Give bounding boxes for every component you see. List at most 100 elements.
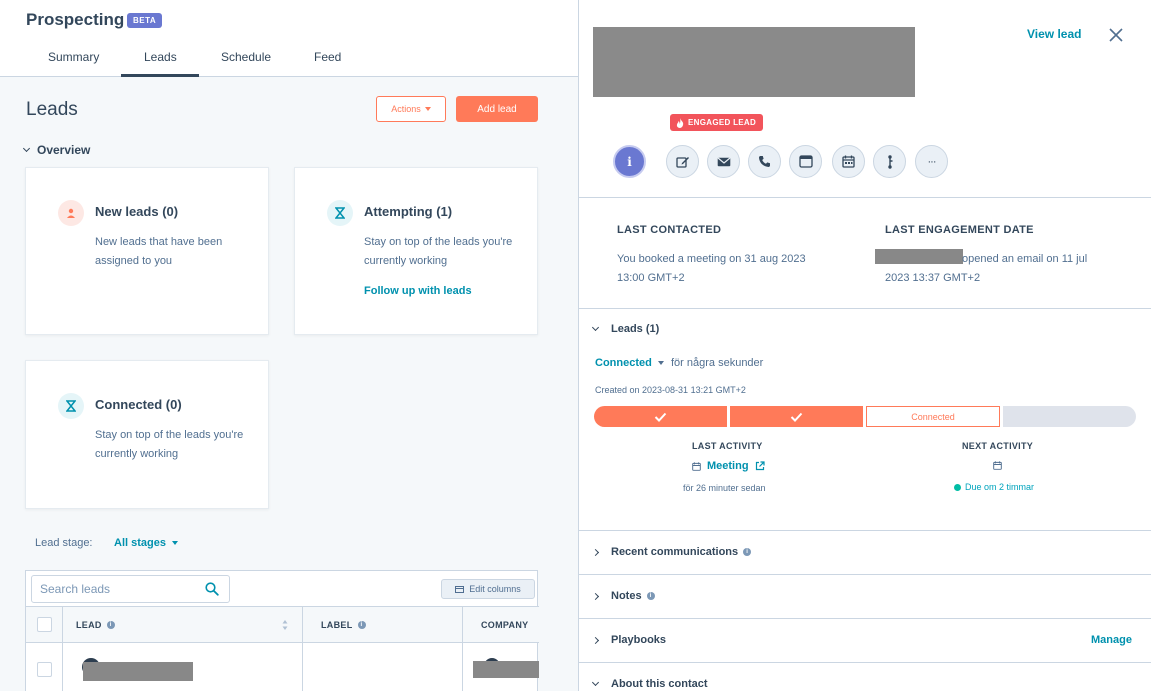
section-label: Leads (1) (611, 323, 660, 335)
notes-toggle[interactable]: Notes i (591, 590, 655, 602)
stage-time: för några sekunder (671, 357, 764, 369)
app-title: Prospecting (26, 10, 125, 29)
stage-value: Connected (595, 357, 652, 369)
edit-columns-button[interactable]: Edit columns (441, 579, 535, 599)
active-tab-indicator (121, 74, 199, 77)
stage-segment-done[interactable] (730, 406, 863, 427)
last-activity-label: LAST ACTIVITY (692, 441, 763, 451)
stage-dropdown[interactable]: Connected (595, 357, 664, 369)
note-button[interactable] (666, 145, 699, 178)
search-input[interactable] (40, 582, 200, 596)
more-icon: ··· (927, 155, 937, 168)
attempting-card: Attempting (1) Stay on top of the leads … (294, 167, 538, 335)
column-divider (302, 606, 303, 691)
redacted-contact-header (593, 27, 915, 97)
meeting-button[interactable] (832, 145, 865, 178)
card-title: New leads (0) (95, 204, 179, 219)
section-label: Playbooks (611, 634, 667, 646)
lead-stage-value: All stages (114, 537, 166, 549)
checkmark-icon (790, 412, 803, 422)
info-icon: i (646, 592, 655, 600)
recent-communications-toggle[interactable]: Recent communications i (591, 546, 752, 558)
email-button[interactable] (707, 145, 740, 178)
leads-table: Edit columns LEAD i LABEL i COMPANY (25, 570, 539, 691)
last-engagement-date: 2023 13:37 GMT+2 (885, 272, 981, 284)
hourglass-icon (58, 393, 84, 419)
card-title: Connected (0) (95, 397, 182, 412)
card-description: Stay on top of the leads you're currentl… (95, 429, 244, 460)
close-icon[interactable] (1109, 28, 1123, 42)
stage-segment-todo[interactable] (1003, 406, 1136, 427)
header: Prospecting BETA Summary Leads Schedule … (0, 0, 578, 77)
divider (579, 618, 1151, 619)
leads-section-toggle[interactable]: Leads (1) (591, 323, 660, 335)
stage-segment-current[interactable]: Connected (866, 406, 1000, 427)
checkmark-icon (654, 412, 667, 422)
search-icon[interactable] (205, 582, 219, 601)
overview-label: Overview (37, 143, 91, 157)
sequence-icon (887, 154, 892, 169)
connected-card: Connected (0) Stay on top of the leads y… (25, 360, 269, 509)
last-engagement-label: LAST ENGAGEMENT DATE (885, 224, 1034, 236)
redacted-company-name (473, 661, 539, 678)
column-header-label[interactable]: LABEL i (321, 620, 366, 630)
tab-summary[interactable]: Summary (48, 50, 99, 64)
beta-badge: BETA (127, 13, 163, 28)
column-header-company[interactable]: COMPANY (481, 620, 528, 630)
last-activity-link[interactable]: Meeting (692, 460, 765, 472)
chevron-right-icon (591, 592, 600, 600)
add-lead-button[interactable]: Add lead (456, 96, 538, 122)
divider (579, 308, 1151, 309)
actions-button[interactable]: Actions (376, 96, 446, 122)
overview-toggle[interactable]: Overview (22, 143, 91, 157)
column-label: LABEL (321, 620, 353, 630)
divider (579, 197, 1151, 198)
next-activity-due: Due om 2 timmar (954, 482, 1034, 492)
column-divider (462, 606, 463, 691)
calendar-icon (842, 155, 855, 168)
created-on: Created on 2023-08-31 13:21 GMT+2 (595, 385, 746, 395)
info-button[interactable]: i (613, 145, 646, 178)
last-contacted-label: LAST CONTACTED (617, 224, 722, 236)
card-description: New leads that have been assigned to you (95, 236, 223, 267)
more-button[interactable]: ··· (915, 145, 948, 178)
column-header-lead[interactable]: LEAD i (76, 620, 115, 630)
divider (579, 662, 1151, 663)
tab-leads[interactable]: Leads (144, 50, 177, 64)
redacted-lead-name (83, 662, 193, 681)
info-icon: i (627, 154, 632, 169)
stage-segment-done[interactable] (594, 406, 727, 427)
lead-preview-panel: View lead ENGAGED LEAD i ··· LAST CONTAC… (578, 0, 1151, 691)
section-label: Notes (611, 590, 642, 602)
tab-feed[interactable]: Feed (314, 50, 341, 64)
card-description: Stay on top of the leads you're currentl… (364, 236, 513, 267)
select-all-checkbox[interactable] (37, 617, 52, 632)
email-icon (717, 157, 730, 166)
chevron-down-icon (591, 678, 600, 687)
section-label: About this contact (611, 678, 708, 690)
manage-playbooks-link[interactable]: Manage (1091, 634, 1132, 646)
about-contact-toggle[interactable]: About this contact (591, 678, 708, 690)
caret-down-icon (171, 541, 178, 545)
follow-up-link[interactable]: Follow up with leads (364, 285, 472, 297)
column-divider (62, 606, 63, 691)
call-button[interactable] (748, 145, 781, 178)
tab-schedule[interactable]: Schedule (221, 50, 271, 64)
lead-stage-label: Lead stage: (35, 537, 93, 549)
playbooks-toggle[interactable]: Playbooks (591, 634, 667, 646)
calendar-icon (993, 461, 1002, 470)
page-title: Leads (26, 99, 78, 120)
task-icon (798, 155, 813, 168)
sort-icon[interactable] (282, 619, 288, 631)
next-activity-label: NEXT ACTIVITY (962, 441, 1034, 451)
divider (579, 574, 1151, 575)
sequence-button[interactable] (873, 145, 906, 178)
task-button[interactable] (789, 145, 822, 178)
engaged-lead-badge: ENGAGED LEAD (670, 114, 764, 131)
search-box (31, 575, 230, 603)
edit-icon (675, 156, 689, 168)
lead-stage-dropdown[interactable]: All stages (114, 537, 178, 549)
row-checkbox[interactable] (37, 662, 52, 677)
hourglass-icon (327, 200, 353, 226)
view-lead-link[interactable]: View lead (1027, 27, 1081, 41)
